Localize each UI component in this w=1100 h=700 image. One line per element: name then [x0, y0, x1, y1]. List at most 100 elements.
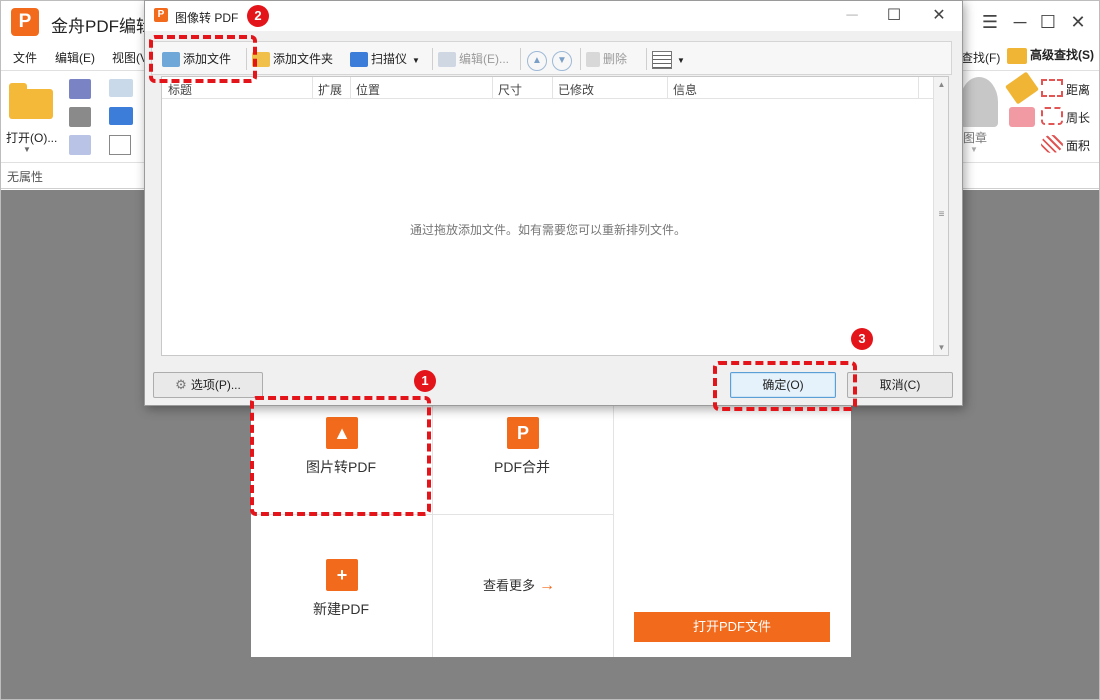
- scanner-dropdown-icon: ▼: [412, 56, 420, 65]
- view-more-link[interactable]: 查看更多 →: [483, 575, 555, 595]
- file-list-header: 标题 扩展 位置 尺寸 已修改 信息: [162, 77, 934, 99]
- list-view-icon: [652, 50, 672, 69]
- column-separator[interactable]: [667, 77, 668, 99]
- pencil-icon[interactable]: [1005, 71, 1039, 105]
- annotation-step-2: 2: [247, 5, 269, 27]
- options-label: 选项(P)...: [190, 378, 241, 392]
- menu-edit[interactable]: 编辑(E): [55, 49, 95, 66]
- annotation-box-ok: [713, 361, 857, 411]
- advanced-find-label: 高级查找(S): [1030, 48, 1094, 62]
- pdf-merge-icon: P: [507, 417, 539, 449]
- new-pdf-label: 新建PDF: [313, 601, 369, 617]
- pdf-merge-label: PDF合并: [494, 459, 550, 475]
- column-info[interactable]: 信息: [673, 81, 697, 98]
- print-icon[interactable]: [69, 107, 91, 127]
- app-title: 金舟PDF编辑: [51, 17, 153, 36]
- column-title[interactable]: 标题: [168, 81, 192, 98]
- view-mode-button[interactable]: ▼: [652, 49, 685, 69]
- delete-button[interactable]: 删除: [586, 49, 627, 69]
- edit-button[interactable]: 编辑(E)...: [438, 49, 509, 69]
- app-menu-icon[interactable]: ☰: [977, 9, 1003, 35]
- column-modified[interactable]: 已修改: [558, 81, 594, 98]
- delete-icon: [586, 52, 600, 68]
- annotation-box-add-file: [149, 35, 257, 83]
- file-list[interactable]: 标题 扩展 位置 尺寸 已修改 信息 通过拖放添加文件。如有需要您可以重新排列文…: [161, 76, 949, 356]
- app-minimize-icon[interactable]: ─: [1007, 9, 1033, 35]
- folder-search-icon: [1007, 47, 1027, 64]
- email-icon[interactable]: [109, 79, 133, 97]
- menu-view[interactable]: 视图(V: [112, 49, 148, 66]
- properties-label: 无属性: [7, 170, 44, 184]
- scroll-up-icon[interactable]: ▲: [934, 77, 949, 92]
- move-up-button[interactable]: ▲: [527, 49, 547, 71]
- perimeter-icon[interactable]: [1041, 107, 1063, 125]
- dialog-close-icon[interactable]: ✕: [927, 5, 951, 27]
- advanced-find-button[interactable]: 高级查找(S): [1007, 46, 1094, 64]
- view-more-label: 查看更多: [483, 578, 536, 593]
- move-down-button[interactable]: ▼: [552, 49, 572, 71]
- scroll-grip-icon[interactable]: ≡: [934, 207, 949, 222]
- cancel-button[interactable]: 取消(C): [847, 372, 953, 398]
- scan-icon[interactable]: [109, 107, 133, 125]
- column-separator[interactable]: [918, 77, 919, 99]
- new-document-icon[interactable]: [109, 135, 131, 155]
- eraser-icon[interactable]: [1009, 107, 1035, 127]
- column-location[interactable]: 位置: [356, 81, 380, 98]
- toolbar-separator: [520, 48, 521, 70]
- open-button-label[interactable]: 打开(O)...: [6, 129, 57, 146]
- dialog-minimize-icon[interactable]: ─: [840, 5, 864, 27]
- scroll-down-icon[interactable]: ▼: [934, 340, 949, 355]
- chevron-down-icon: ▼: [552, 51, 572, 71]
- area-button[interactable]: 面积: [1066, 137, 1090, 154]
- stamp-label[interactable]: 图章: [963, 129, 987, 146]
- find-button[interactable]: 查找(F): [961, 49, 1000, 66]
- annotation-box-image-to-pdf: [250, 396, 431, 516]
- add-folder-button[interactable]: 添加文件夹: [252, 49, 333, 69]
- column-separator[interactable]: [552, 77, 553, 99]
- app-close-icon[interactable]: ✕: [1065, 9, 1091, 35]
- area-icon[interactable]: [1041, 135, 1063, 153]
- drop-hint-text: 通过拖放添加文件。如有需要您可以重新排列文件。: [409, 223, 686, 237]
- plus-icon: +: [326, 559, 358, 591]
- edit-icon: [438, 52, 456, 68]
- app-logo-icon: P: [11, 8, 39, 36]
- column-size[interactable]: 尺寸: [498, 81, 522, 98]
- dialog-title: 图像转 PDF: [175, 11, 239, 25]
- options-button[interactable]: ⚙ 选项(P)...: [153, 372, 263, 398]
- distance-button[interactable]: 距离: [1066, 81, 1090, 98]
- chevron-up-icon: ▲: [527, 51, 547, 71]
- toolbar-separator: [432, 48, 433, 70]
- scanner-icon: [350, 52, 368, 68]
- file-list-scrollbar[interactable]: ▲ ≡ ▼: [933, 77, 948, 355]
- scanner-button[interactable]: 扫描仪 ▼: [350, 49, 420, 69]
- column-separator[interactable]: [350, 77, 351, 99]
- app-maximize-icon[interactable]: ☐: [1035, 9, 1061, 35]
- column-extension[interactable]: 扩展: [318, 81, 342, 98]
- add-folder-label: 添加文件夹: [273, 52, 334, 66]
- save-icon[interactable]: [69, 79, 91, 99]
- new-pdf-tile[interactable]: + 新建PDF: [251, 515, 432, 657]
- open-folder-icon[interactable]: [9, 83, 53, 119]
- distance-icon[interactable]: [1041, 79, 1063, 97]
- stamp-icon[interactable]: [960, 77, 998, 127]
- open-pdf-button[interactable]: 打开PDF文件: [634, 612, 830, 642]
- dialog-logo-icon: P: [154, 8, 168, 22]
- export-icon[interactable]: [69, 135, 91, 155]
- column-separator[interactable]: [492, 77, 493, 99]
- image-to-pdf-dialog: P 图像转 PDF ─ ☐ ✕ 添加文件 添加文件夹 扫描仪 ▼ 编辑(E)...…: [144, 0, 963, 406]
- open-dropdown-icon[interactable]: ▼: [23, 145, 31, 154]
- stamp-dropdown-icon[interactable]: ▼: [970, 145, 978, 154]
- perimeter-button[interactable]: 周长: [1066, 109, 1090, 126]
- dialog-toolbar: 添加文件 添加文件夹 扫描仪 ▼ 编辑(E)... ▲ ▼ 删除 ▼: [151, 41, 952, 75]
- gear-icon: ⚙: [175, 377, 187, 392]
- menu-file[interactable]: 文件: [13, 49, 37, 66]
- scanner-label: 扫描仪: [371, 52, 408, 66]
- arrow-right-icon: →: [539, 577, 556, 594]
- pdf-merge-tile[interactable]: P PDF合并: [432, 405, 613, 514]
- column-separator[interactable]: [312, 77, 313, 99]
- dialog-maximize-icon[interactable]: ☐: [882, 5, 906, 27]
- toolbar-separator: [646, 48, 647, 70]
- annotation-step-3: 3: [851, 328, 873, 350]
- edit-label: 编辑(E)...: [459, 52, 509, 66]
- delete-label: 删除: [603, 52, 628, 66]
